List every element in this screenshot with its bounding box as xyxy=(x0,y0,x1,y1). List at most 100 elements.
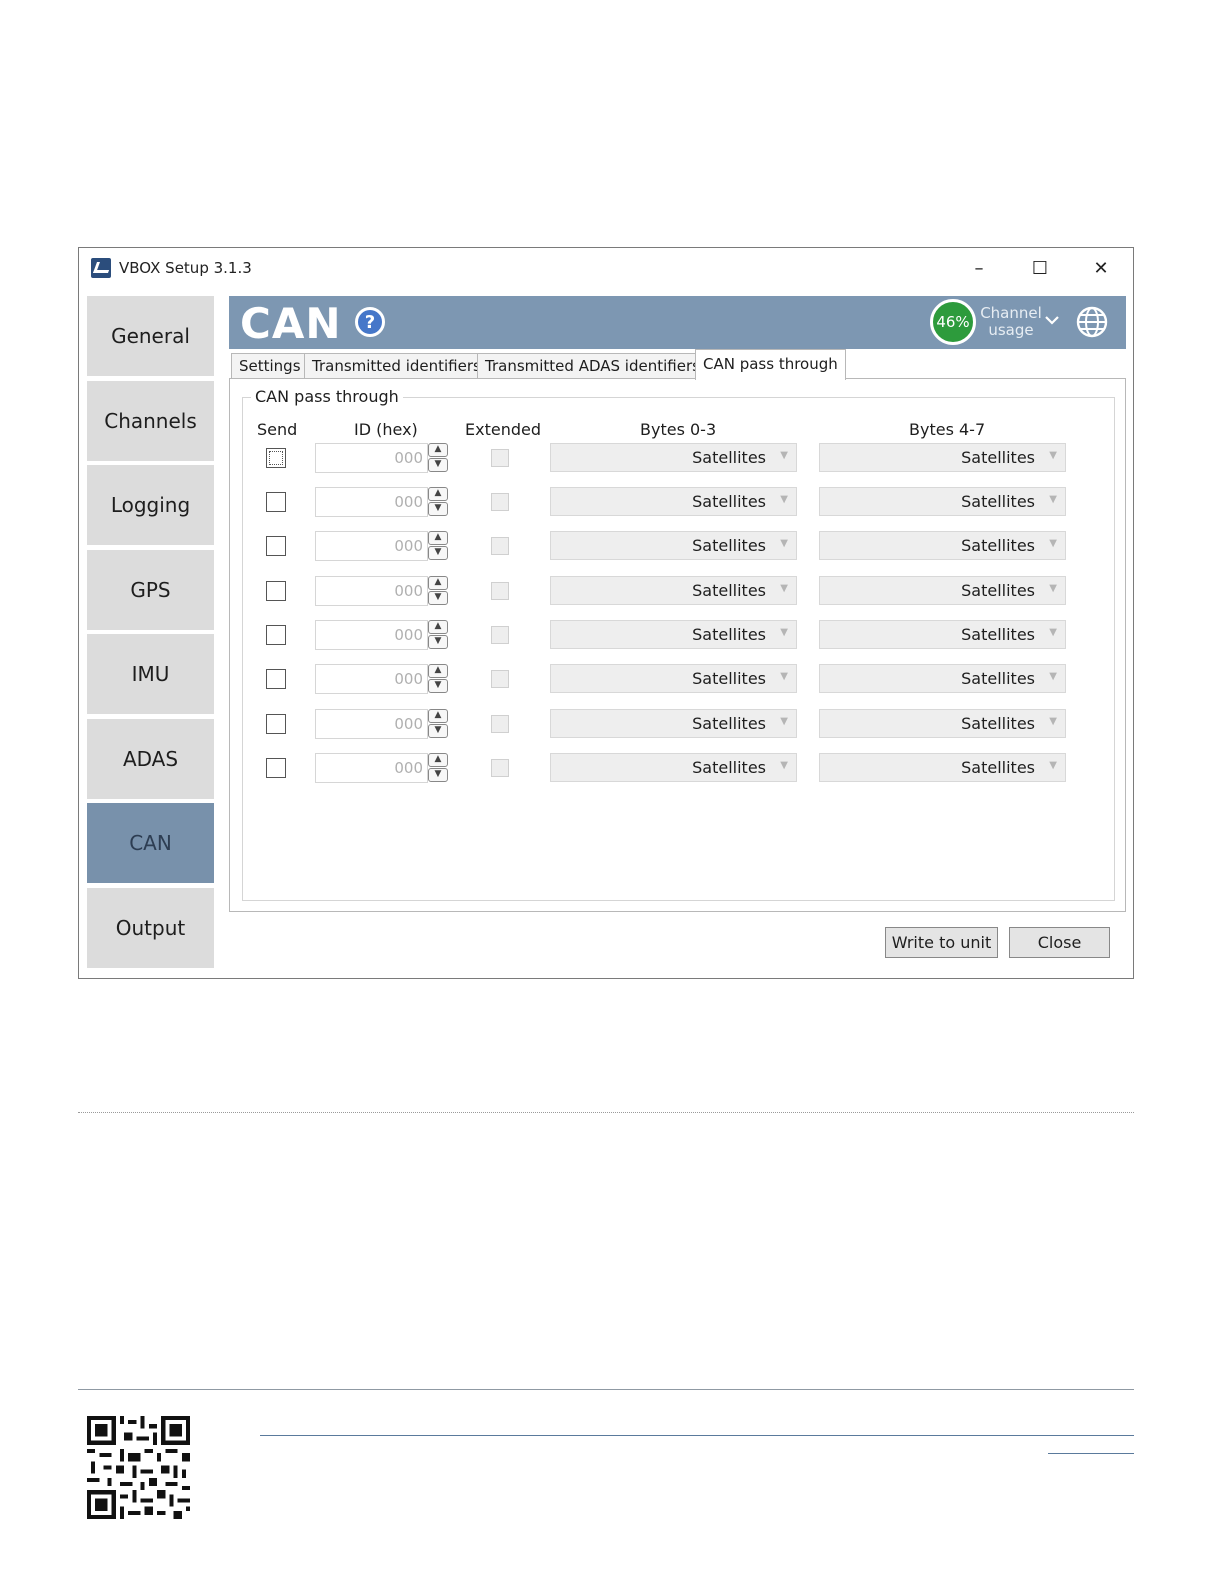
chevron-down-icon: ▼ xyxy=(780,450,788,461)
spin-down-button[interactable]: ▼ xyxy=(428,502,448,516)
spin-down-button[interactable]: ▼ xyxy=(428,635,448,649)
spinner-arrows-icon[interactable]: ▲ ▼ xyxy=(428,531,450,561)
maximize-button[interactable]: ☐ xyxy=(1017,252,1063,284)
bytes-0-3-dropdown[interactable]: Satellites ▼ xyxy=(550,576,797,605)
spin-down-button[interactable]: ▼ xyxy=(428,724,448,738)
spin-up-button[interactable]: ▲ xyxy=(428,576,448,590)
bytes-4-7-dropdown[interactable]: Satellites ▼ xyxy=(819,709,1066,738)
send-checkbox[interactable] xyxy=(266,669,286,689)
send-checkbox[interactable] xyxy=(266,492,286,512)
spinner-arrows-icon[interactable]: ▲ ▼ xyxy=(428,487,450,517)
spin-up-button[interactable]: ▲ xyxy=(428,709,448,723)
bytes-4-7-dropdown[interactable]: Satellites ▼ xyxy=(819,531,1066,560)
section-divider xyxy=(78,1112,1134,1113)
id-hex-input[interactable]: 000 xyxy=(315,531,428,561)
bytes-0-3-dropdown[interactable]: Satellites ▼ xyxy=(550,664,797,693)
tab-transmitted-identifiers[interactable]: Transmitted identifiers xyxy=(304,353,489,379)
id-hex-input[interactable]: 000 xyxy=(315,753,428,783)
id-hex-input[interactable]: 000 xyxy=(315,664,428,694)
spin-up-button[interactable]: ▲ xyxy=(428,664,448,678)
spinner-arrows-icon[interactable]: ▲ ▼ xyxy=(428,576,450,606)
sidebar-item-output[interactable]: Output xyxy=(87,888,214,968)
extended-checkbox[interactable] xyxy=(491,537,509,555)
spin-up-button[interactable]: ▲ xyxy=(428,620,448,634)
dropdown-value: Satellites xyxy=(961,758,1035,777)
send-checkbox[interactable] xyxy=(266,448,286,468)
spin-up-button[interactable]: ▲ xyxy=(428,753,448,767)
help-icon[interactable]: ? xyxy=(355,307,385,337)
spinner-arrows-icon[interactable]: ▲ ▼ xyxy=(428,709,450,739)
write-to-unit-button[interactable]: Write to unit xyxy=(885,927,998,958)
footer-link-underline xyxy=(1048,1453,1134,1454)
extended-checkbox[interactable] xyxy=(491,582,509,600)
id-hex-input[interactable]: 000 xyxy=(315,487,428,517)
bytes-0-3-dropdown[interactable]: Satellites ▼ xyxy=(550,709,797,738)
dropdown-value: Satellites xyxy=(961,536,1035,555)
bytes-0-3-dropdown[interactable]: Satellites ▼ xyxy=(550,620,797,649)
spin-down-button[interactable]: ▼ xyxy=(428,458,448,472)
extended-checkbox[interactable] xyxy=(491,493,509,511)
chevron-down-icon: ▼ xyxy=(1049,760,1057,771)
bytes-0-3-dropdown[interactable]: Satellites ▼ xyxy=(550,487,797,516)
chevron-down-icon: ▼ xyxy=(1049,583,1057,594)
globe-icon[interactable] xyxy=(1076,306,1108,342)
spinner-arrows-icon[interactable]: ▲ ▼ xyxy=(428,664,450,694)
id-hex-input[interactable]: 000 xyxy=(315,620,428,650)
spin-down-button[interactable]: ▼ xyxy=(428,546,448,560)
sidebar-item-logging[interactable]: Logging xyxy=(87,465,214,545)
send-checkbox[interactable] xyxy=(266,758,286,778)
column-header-extended: Extended xyxy=(465,420,541,439)
can-pass-through-group: CAN pass through Send ID (hex) Extended … xyxy=(242,387,1115,901)
bytes-4-7-dropdown[interactable]: Satellites ▼ xyxy=(819,620,1066,649)
send-checkbox[interactable] xyxy=(266,625,286,645)
bytes-4-7-dropdown[interactable]: Satellites ▼ xyxy=(819,576,1066,605)
close-button[interactable]: Close xyxy=(1009,927,1110,958)
send-checkbox[interactable] xyxy=(266,581,286,601)
id-hex-input[interactable]: 000 xyxy=(315,709,428,739)
bytes-0-3-dropdown[interactable]: Satellites ▼ xyxy=(550,753,797,782)
sidebar-item-can[interactable]: CAN xyxy=(87,803,214,883)
extended-checkbox[interactable] xyxy=(491,670,509,688)
minimize-button[interactable]: – xyxy=(956,252,1002,284)
sidebar-item-channels[interactable]: Channels xyxy=(87,381,214,461)
send-checkbox[interactable] xyxy=(266,714,286,734)
spin-down-button[interactable]: ▼ xyxy=(428,679,448,693)
bytes-4-7-dropdown[interactable]: Satellites ▼ xyxy=(819,443,1066,472)
chevron-down-icon: ▼ xyxy=(780,494,788,505)
channel-usage-label[interactable]: Channel usage xyxy=(979,305,1043,339)
bytes-0-3-dropdown[interactable]: Satellites ▼ xyxy=(550,531,797,560)
spinner-arrows-icon[interactable]: ▲ ▼ xyxy=(428,620,450,650)
tab-settings[interactable]: Settings xyxy=(231,353,309,379)
extended-checkbox[interactable] xyxy=(491,449,509,467)
bytes-0-3-dropdown[interactable]: Satellites ▼ xyxy=(550,443,797,472)
sidebar-item-gps[interactable]: GPS xyxy=(87,550,214,630)
spin-down-button[interactable]: ▼ xyxy=(428,591,448,605)
chevron-down-icon: ▼ xyxy=(1049,538,1057,549)
bytes-4-7-dropdown[interactable]: Satellites ▼ xyxy=(819,753,1066,782)
send-checkbox[interactable] xyxy=(266,536,286,556)
tab-can-pass-through[interactable]: CAN pass through xyxy=(695,349,846,380)
extended-checkbox[interactable] xyxy=(491,626,509,644)
sidebar-item-general[interactable]: General xyxy=(87,296,214,376)
sidebar-item-imu[interactable]: IMU xyxy=(87,634,214,714)
bytes-4-7-dropdown[interactable]: Satellites ▼ xyxy=(819,487,1066,516)
spinner-arrows-icon[interactable]: ▲ ▼ xyxy=(428,753,450,783)
close-window-button[interactable]: ✕ xyxy=(1078,252,1124,284)
id-hex-input[interactable]: 000 xyxy=(315,576,428,606)
extended-checkbox[interactable] xyxy=(491,759,509,777)
title-bar[interactable]: VBOX Setup 3.1.3 – ☐ ✕ xyxy=(79,248,1133,288)
vbox-setup-window: VBOX Setup 3.1.3 – ☐ ✕ General Channels … xyxy=(78,247,1134,979)
tab-transmitted-adas-identifiers[interactable]: Transmitted ADAS identifiers xyxy=(477,353,708,379)
bytes-4-7-dropdown[interactable]: Satellites ▼ xyxy=(819,664,1066,693)
chevron-down-icon: ▼ xyxy=(1049,671,1057,682)
spinner-arrows-icon[interactable]: ▲ ▼ xyxy=(428,443,450,473)
sidebar-item-adas[interactable]: ADAS xyxy=(87,719,214,799)
id-hex-input[interactable]: 000 xyxy=(315,443,428,473)
spin-down-button[interactable]: ▼ xyxy=(428,768,448,782)
spin-up-button[interactable]: ▲ xyxy=(428,443,448,457)
chevron-down-icon[interactable] xyxy=(1045,310,1059,329)
spin-up-button[interactable]: ▲ xyxy=(428,487,448,501)
extended-checkbox[interactable] xyxy=(491,715,509,733)
spin-up-button[interactable]: ▲ xyxy=(428,531,448,545)
column-header-bytes-4-7: Bytes 4-7 xyxy=(909,420,986,439)
